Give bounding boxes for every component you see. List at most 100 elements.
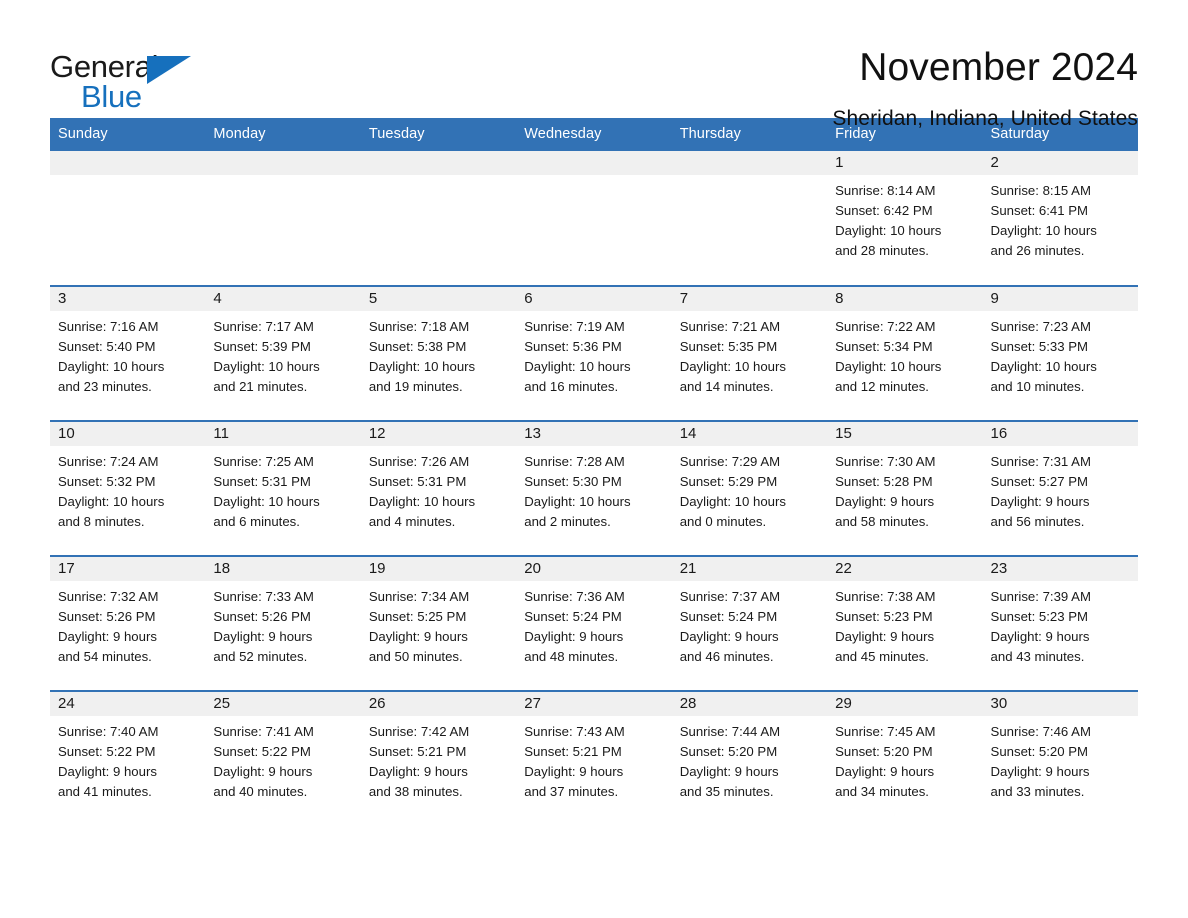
day-sun-details: Sunrise: 7:26 AM Sunset: 5:31 PM Daylight:… [361, 446, 516, 532]
day-number: 30 [982, 692, 1138, 716]
sunset-text: Sunset: 5:30 PM [524, 474, 622, 489]
generalblue-logo[interactable]: General Blue [50, 44, 200, 114]
calendar-day-cell-4[interactable]: 4 Sunrise: 7:17 AM Sunset: 5:39 PM Daylight… [205, 285, 361, 421]
sunset-text: Sunset: 6:41 PM [990, 203, 1089, 218]
calendar-day-cell-21[interactable]: 21 Sunrise: 7:37 AM Sunset: 5:24 PM Dayligh… [671, 555, 828, 691]
day-sun-details: Sunrise: 7:40 AM Sunset: 5:22 PM Daylight:… [50, 716, 205, 802]
sunset-text: Sunset: 5:36 PM [524, 339, 622, 354]
calendar-day-cell-9[interactable]: 9 Sunrise: 7:23 AM Sunset: 5:33 PM Daylight… [982, 285, 1138, 421]
calendar-day-cell-28[interactable]: 28 Sunrise: 7:44 AM Sunset: 5:20 PM Dayligh… [671, 690, 828, 826]
sunset-text: Sunset: 5:32 PM [58, 474, 156, 489]
calendar-day-cell-6[interactable]: 6 Sunrise: 7:19 AM Sunset: 5:36 PM Daylight… [516, 285, 672, 421]
sunrise-text: Sunrise: 7:23 AM [990, 319, 1091, 334]
sunrise-text: Sunrise: 8:14 AM [835, 183, 936, 198]
day-number: 7 [671, 287, 828, 311]
day-number: 22 [827, 557, 983, 581]
calendar-day-cell-13[interactable]: 13 Sunrise: 7:28 AM Sunset: 5:30 PM Dayligh… [516, 420, 672, 556]
calendar-day-cell-24[interactable]: 24 Sunrise: 7:40 AM Sunset: 5:22 PM Dayligh… [50, 690, 206, 826]
calendar-day-cell-17[interactable]: 17 Sunrise: 7:32 AM Sunset: 5:26 PM Dayligh… [50, 555, 206, 691]
daylight-text: and 14 minutes. [679, 379, 774, 394]
calendar-day-cell-26[interactable]: 26 Sunrise: 7:42 AM Sunset: 5:21 PM Dayligh… [360, 690, 517, 826]
daylight-text: Daylight: 10 hours [368, 359, 476, 374]
calendar-day-cell-11[interactable]: 11 Sunrise: 7:25 AM Sunset: 5:31 PM Dayligh… [205, 420, 361, 556]
calendar-day-cell-23[interactable]: 23 Sunrise: 7:39 AM Sunset: 5:23 PM Dayligh… [982, 555, 1138, 691]
day-sun-details: Sunrise: 7:32 AM Sunset: 5:26 PM Daylight:… [50, 581, 205, 667]
daylight-text: Daylight: 10 hours [990, 223, 1097, 238]
calendar-day-cell-2[interactable]: 2 Sunrise: 8:15 AM Sunset: 6:41 PM Daylight… [982, 151, 1138, 286]
calendar-day-cell-14[interactable]: 14 Sunrise: 7:29 AM Sunset: 5:29 PM Dayligh… [671, 420, 828, 556]
daylight-text: and 28 minutes. [835, 243, 929, 258]
day-sun-details: Sunrise: 7:29 AM Sunset: 5:29 PM Daylight:… [672, 446, 827, 532]
day-sun-details: Sunrise: 7:17 AM Sunset: 5:39 PM Daylight:… [205, 311, 360, 397]
daylight-text: and 21 minutes. [213, 379, 308, 394]
calendar-day-cell-25[interactable]: 25 Sunrise: 7:41 AM Sunset: 5:22 PM Dayligh… [205, 690, 361, 826]
day-number: 13 [516, 422, 672, 446]
day-number: 27 [516, 692, 672, 716]
calendar-day-cell-7[interactable]: 7 Sunrise: 7:21 AM Sunset: 5:35 PM Daylight… [671, 285, 828, 421]
daylight-text: and 50 minutes. [368, 649, 463, 664]
calendar-body: 1 Sunrise: 8:14 AM Sunset: 6:42 PM Daylight… [50, 151, 1138, 826]
daylight-text: and 16 minutes. [524, 379, 619, 394]
daylight-text: Daylight: 9 hours [213, 629, 313, 644]
day-sun-details: Sunrise: 7:25 AM Sunset: 5:31 PM Daylight:… [205, 446, 360, 532]
sunrise-text: Sunrise: 7:43 AM [524, 724, 625, 739]
daylight-text: Daylight: 9 hours [368, 764, 468, 779]
calendar-day-cell-19[interactable]: 19 Sunrise: 7:34 AM Sunset: 5:25 PM Dayligh… [360, 555, 517, 691]
daylight-text: and 12 minutes. [835, 379, 929, 394]
sunrise-text: Sunrise: 7:21 AM [679, 319, 781, 334]
daylight-text: and 54 minutes. [58, 649, 152, 664]
blue-triangle-icon [147, 56, 191, 84]
calendar-day-cell-15[interactable]: 15 Sunrise: 7:30 AM Sunset: 5:28 PM Dayligh… [827, 420, 983, 556]
sunrise-text: Sunrise: 7:22 AM [835, 319, 936, 334]
day-number: 9 [982, 287, 1138, 311]
calendar-day-cell-3[interactable]: 3 Sunrise: 7:16 AM Sunset: 5:40 PM Daylight… [50, 285, 206, 421]
calendar-day-cell-20[interactable]: 20 Sunrise: 7:36 AM Sunset: 5:24 PM Dayligh… [516, 555, 672, 691]
calendar-day-cell-30[interactable]: 30 Sunrise: 7:46 AM Sunset: 5:20 PM Dayligh… [982, 690, 1138, 826]
day-sun-details: Sunrise: 7:36 AM Sunset: 5:24 PM Daylight:… [516, 581, 671, 667]
day-number: 11 [205, 422, 361, 446]
calendar-day-cell-10[interactable]: 10 Sunrise: 7:24 AM Sunset: 5:32 PM Dayligh… [50, 420, 206, 556]
day-sun-details: Sunrise: 8:14 AM Sunset: 6:42 PM Daylight:… [827, 175, 982, 261]
day-sun-details: Sunrise: 7:21 AM Sunset: 5:35 PM Daylight:… [672, 311, 827, 397]
daylight-text: and 8 minutes. [58, 514, 145, 529]
daylight-text: and 26 minutes. [990, 243, 1085, 258]
calendar-week-row: 17 Sunrise: 7:32 AM Sunset: 5:26 PM Dayligh… [50, 555, 1138, 691]
day-number [671, 151, 828, 175]
daylight-text: and 43 minutes. [990, 649, 1085, 664]
calendar-day-cell-16[interactable]: 16 Sunrise: 7:31 AM Sunset: 5:27 PM Dayligh… [982, 420, 1138, 556]
day-sun-details: Sunrise: 7:31 AM Sunset: 5:27 PM Daylight:… [983, 446, 1138, 532]
sunset-text: Sunset: 5:38 PM [368, 339, 467, 354]
sunrise-text: Sunrise: 7:28 AM [524, 454, 625, 469]
sunrise-text: Sunrise: 7:24 AM [58, 454, 159, 469]
sunset-text: Sunset: 5:22 PM [213, 744, 311, 759]
day-sun-details: Sunrise: 7:41 AM Sunset: 5:22 PM Daylight:… [205, 716, 360, 802]
calendar-day-cell-12[interactable]: 12 Sunrise: 7:26 AM Sunset: 5:31 PM Dayligh… [360, 420, 517, 556]
calendar-day-cell-empty [50, 151, 206, 286]
calendar-day-cell-29[interactable]: 29 Sunrise: 7:45 AM Sunset: 5:20 PM Dayligh… [827, 690, 983, 826]
calendar-day-cell-empty [205, 151, 361, 286]
day-number: 15 [827, 422, 983, 446]
daylight-text: and 52 minutes. [213, 649, 308, 664]
day-number: 16 [982, 422, 1138, 446]
calendar-day-cell-18[interactable]: 18 Sunrise: 7:33 AM Sunset: 5:26 PM Dayligh… [205, 555, 361, 691]
calendar-day-cell-8[interactable]: 8 Sunrise: 7:22 AM Sunset: 5:34 PM Daylight… [827, 285, 983, 421]
day-number [50, 151, 206, 175]
title-block: November 2024 Sheridan, Indiana, United … [200, 44, 1138, 134]
calendar-day-cell-27[interactable]: 27 Sunrise: 7:43 AM Sunset: 5:21 PM Dayligh… [516, 690, 672, 826]
day-sun-details: Sunrise: 7:24 AM Sunset: 5:32 PM Daylight:… [50, 446, 205, 532]
weekday-header-sunday: Sunday [50, 118, 206, 151]
sunrise-text: Sunrise: 7:46 AM [990, 724, 1091, 739]
day-number: 29 [827, 692, 983, 716]
calendar-day-cell-5[interactable]: 5 Sunrise: 7:18 AM Sunset: 5:38 PM Daylight… [360, 285, 517, 421]
day-number: 28 [671, 692, 828, 716]
daylight-text: and 10 minutes. [990, 379, 1085, 394]
day-number: 4 [205, 287, 361, 311]
sunrise-text: Sunrise: 7:16 AM [58, 319, 159, 334]
day-number: 6 [516, 287, 672, 311]
daylight-text: and 4 minutes. [368, 514, 456, 529]
sunset-text: Sunset: 5:20 PM [679, 744, 778, 759]
calendar-day-cell-22[interactable]: 22 Sunrise: 7:38 AM Sunset: 5:23 PM Dayligh… [827, 555, 983, 691]
calendar-day-cell-1[interactable]: 1 Sunrise: 8:14 AM Sunset: 6:42 PM Daylight… [827, 151, 983, 286]
sunset-text: Sunset: 5:24 PM [679, 609, 778, 624]
calendar-day-cell-empty [516, 151, 672, 286]
